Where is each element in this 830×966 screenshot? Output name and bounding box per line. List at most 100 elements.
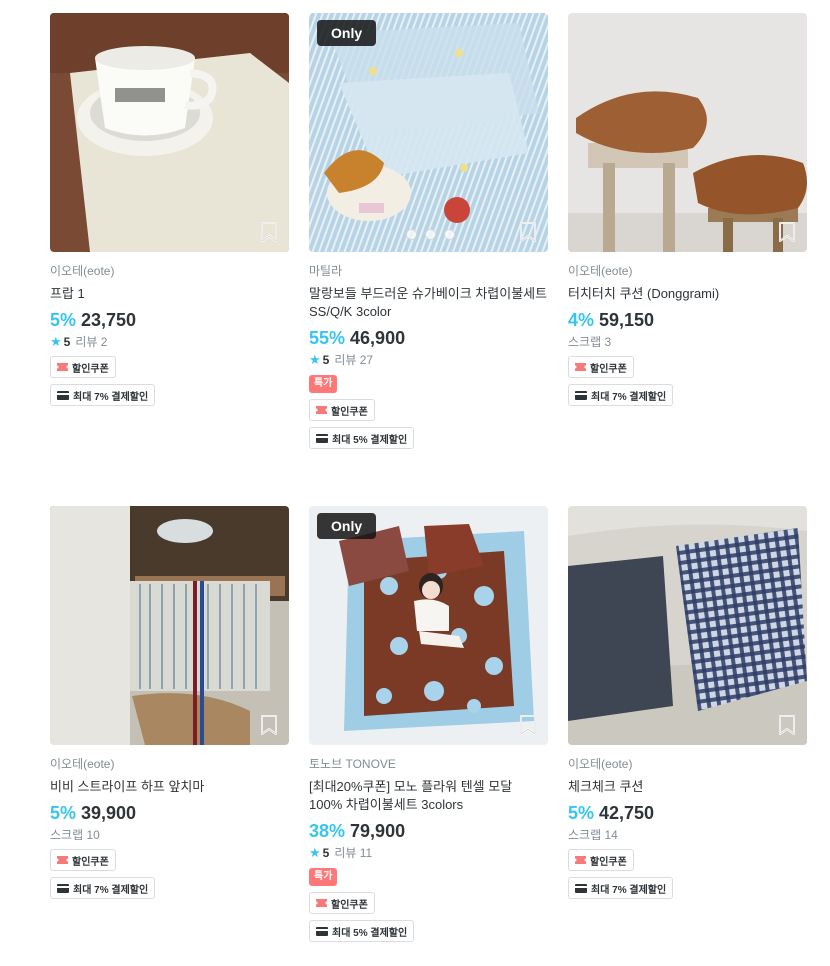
product-photo xyxy=(309,506,548,745)
product-image[interactable] xyxy=(50,13,289,252)
payment-discount-label: 최대 7% 결제할인 xyxy=(73,391,149,403)
product-image[interactable] xyxy=(568,13,807,252)
price: 5% 42,750 xyxy=(568,802,807,824)
product-card[interactable]: Only 마틸라 말랑보들 부드러운 슈가베이크 차렵이불세트 SS/Q/K 3… xyxy=(309,13,548,449)
rating-score: 5 xyxy=(322,353,330,367)
review-count: 리뷰 2 xyxy=(75,335,108,349)
carousel-dot[interactable] xyxy=(406,229,417,240)
coupon-icon xyxy=(575,856,586,864)
product-photo xyxy=(50,506,289,745)
product-card[interactable]: 이오테(eote) 터치터치 쿠션 (Donggrami) 4% 59,150 스… xyxy=(568,13,807,406)
coupon-icon xyxy=(57,856,68,864)
payment-discount-label: 최대 7% 결제할인 xyxy=(591,884,667,896)
product-photo xyxy=(309,13,548,252)
product-image[interactable] xyxy=(50,506,289,745)
product-name[interactable]: [최대20%쿠폰] 모노 플라워 텐셀 모달 100% 차렵이불세트 3colo… xyxy=(309,778,548,814)
sale-price: 42,750 xyxy=(599,803,655,823)
coupon-label: 할인쿠폰 xyxy=(331,406,368,418)
discount-rate: 38% xyxy=(309,821,346,841)
product-card[interactable]: Only 토노브 TONOVE [최대20%쿠폰] 모노 플라워 텐셀 모달 1… xyxy=(309,506,548,942)
payment-discount-badge: 최대 7% 결제할인 xyxy=(50,877,156,899)
carousel-dots[interactable] xyxy=(406,229,455,240)
review-summary: ★ 5 리뷰 27 xyxy=(309,352,548,368)
product-name[interactable]: 말랑보들 부드러운 슈가베이크 차렵이불세트 SS/Q/K 3color xyxy=(309,285,548,321)
brand-name[interactable]: 이오테(eote) xyxy=(50,757,289,771)
product-image[interactable]: Only xyxy=(309,13,548,252)
rating-score: 5 xyxy=(63,335,71,349)
bookmark-icon[interactable] xyxy=(518,221,538,243)
brand-name[interactable]: 토노브 TONOVE xyxy=(309,757,548,771)
brand-name[interactable]: 마틸라 xyxy=(309,264,548,278)
special-price-badge: 특가 xyxy=(309,375,338,393)
price: 38% 79,900 xyxy=(309,820,548,842)
bookmark-icon[interactable] xyxy=(777,714,797,736)
only-badge: Only xyxy=(317,513,377,539)
brand-name[interactable]: 이오테(eote) xyxy=(50,264,289,278)
scrap-count: 스크랩 14 xyxy=(568,828,618,842)
product-image[interactable]: Only xyxy=(309,506,548,745)
review-summary: ★ 5 리뷰 2 xyxy=(50,334,289,350)
product-image[interactable] xyxy=(568,506,807,745)
product-card[interactable]: 이오테(eote) 비비 스트라이프 하프 앞치마 5% 39,900 스크랩 1… xyxy=(50,506,289,899)
payment-discount-label: 최대 5% 결제할인 xyxy=(332,927,408,939)
only-badge: Only xyxy=(317,20,377,46)
payment-discount-label: 최대 7% 결제할인 xyxy=(73,884,149,896)
price: 4% 59,150 xyxy=(568,309,807,331)
sale-price: 23,750 xyxy=(81,310,137,330)
brand-name[interactable]: 이오테(eote) xyxy=(568,757,807,771)
sale-price: 59,150 xyxy=(599,310,655,330)
price: 55% 46,900 xyxy=(309,327,548,349)
coupon-label: 할인쿠폰 xyxy=(590,856,627,868)
coupon-badge: 할인쿠폰 xyxy=(309,892,375,914)
coupon-label: 할인쿠폰 xyxy=(72,856,109,868)
product-name[interactable]: 터치터치 쿠션 (Donggrami) xyxy=(568,285,807,303)
coupon-badge: 할인쿠폰 xyxy=(50,849,116,871)
payment-discount-badge: 최대 5% 결제할인 xyxy=(309,920,415,942)
sale-price: 39,900 xyxy=(81,803,137,823)
product-photo xyxy=(568,506,807,745)
payment-discount-badge: 최대 7% 결제할인 xyxy=(568,877,674,899)
product-name[interactable]: 비비 스트라이프 하프 앞치마 xyxy=(50,778,289,796)
product-card[interactable]: 이오테(eote) 체크체크 쿠션 5% 42,750 스크랩 14 할인쿠폰 최… xyxy=(568,506,807,899)
review-count: 리뷰 11 xyxy=(334,846,373,860)
coupon-icon xyxy=(316,899,327,907)
price: 5% 39,900 xyxy=(50,802,289,824)
product-photo xyxy=(50,13,289,252)
review-summary: ★ 5 리뷰 11 xyxy=(309,845,548,861)
carousel-dot[interactable] xyxy=(425,229,436,240)
card-icon xyxy=(575,390,587,400)
carousel-dot[interactable] xyxy=(444,229,455,240)
card-icon xyxy=(575,883,587,893)
discount-rate: 55% xyxy=(309,328,346,348)
coupon-label: 할인쿠폰 xyxy=(590,363,627,375)
discount-rate: 5% xyxy=(568,803,595,823)
product-name[interactable]: 체크체크 쿠션 xyxy=(568,778,807,796)
payment-discount-badge: 최대 7% 결제할인 xyxy=(568,384,674,406)
payment-discount-label: 최대 5% 결제할인 xyxy=(332,434,408,446)
bookmark-icon[interactable] xyxy=(518,714,538,736)
bookmark-icon[interactable] xyxy=(259,714,279,736)
discount-rate: 4% xyxy=(568,310,595,330)
star-icon: ★ xyxy=(50,334,62,349)
product-photo xyxy=(568,13,807,252)
card-icon xyxy=(316,433,328,443)
coupon-label: 할인쿠폰 xyxy=(331,899,368,911)
coupon-badge: 할인쿠폰 xyxy=(568,849,634,871)
product-name[interactable]: 프랍 1 xyxy=(50,285,289,303)
coupon-icon xyxy=(575,363,586,371)
star-icon: ★ xyxy=(309,845,321,860)
coupon-badge: 할인쿠폰 xyxy=(568,356,634,378)
special-price-badge: 특가 xyxy=(309,868,338,886)
star-icon: ★ xyxy=(309,352,321,367)
coupon-badge: 할인쿠폰 xyxy=(309,399,375,421)
sale-price: 79,900 xyxy=(350,821,406,841)
review-count: 리뷰 27 xyxy=(334,353,374,367)
product-card[interactable]: 이오테(eote) 프랍 1 5% 23,750 ★ 5 리뷰 2 할인쿠폰 최대… xyxy=(50,13,289,406)
brand-name[interactable]: 이오테(eote) xyxy=(568,264,807,278)
discount-rate: 5% xyxy=(50,310,77,330)
bookmark-icon[interactable] xyxy=(777,221,797,243)
sale-price: 46,900 xyxy=(350,328,406,348)
bookmark-icon[interactable] xyxy=(259,221,279,243)
price: 5% 23,750 xyxy=(50,309,289,331)
coupon-label: 할인쿠폰 xyxy=(72,363,109,375)
